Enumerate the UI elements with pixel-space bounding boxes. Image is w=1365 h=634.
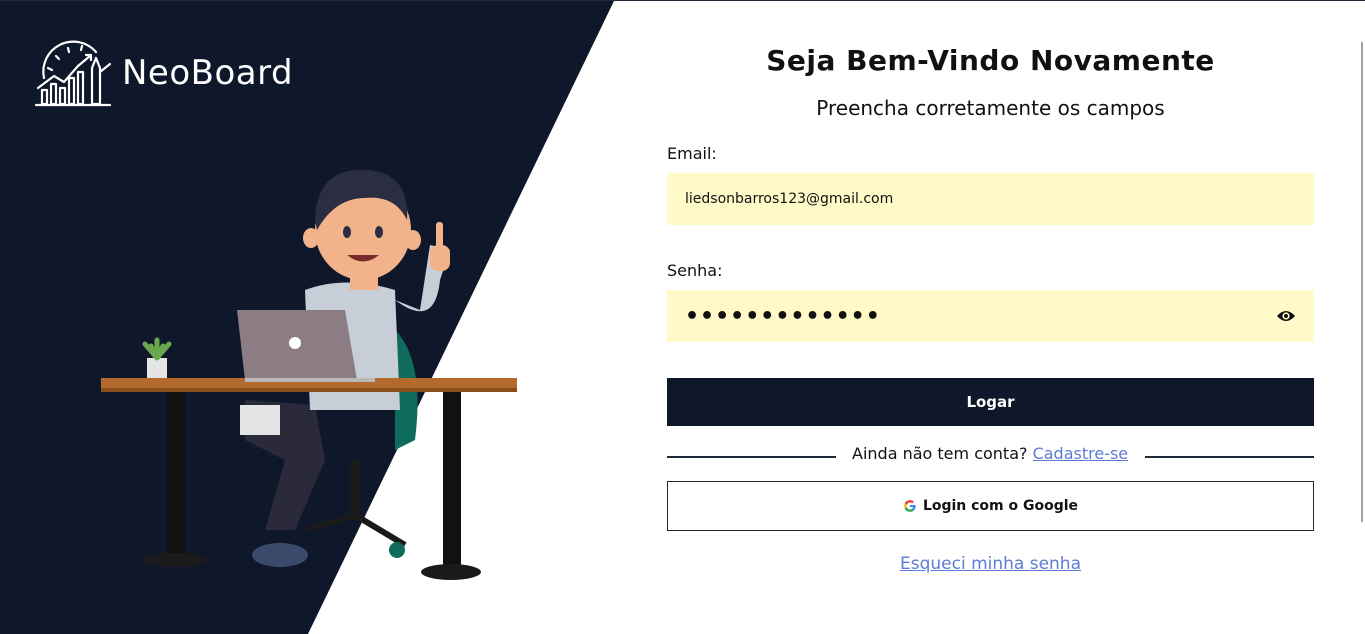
password-field[interactable]: ••••••••••••• (667, 290, 1314, 342)
signup-prompt: Ainda não tem conta? Cadastre-se (852, 444, 1128, 463)
email-value: liedsonbarros123@gmail.com (685, 191, 894, 207)
password-label: Senha: (667, 261, 723, 280)
signup-link[interactable]: Cadastre-se (1033, 444, 1129, 463)
brand-logo: NeoBoard (34, 38, 293, 108)
page-subtitle: Preencha corretamente os campos (816, 96, 1165, 120)
email-label: Email: (667, 144, 717, 163)
person-at-desk-illustration (101, 169, 517, 580)
top-border (0, 0, 1365, 1)
no-account-text: Ainda não tem conta? (852, 444, 1028, 463)
password-value: ••••••••••••• (685, 303, 881, 329)
signup-divider: Ainda não tem conta? Cadastre-se (667, 444, 1314, 468)
page-title: Seja Bem-Vindo Novamente (766, 44, 1215, 77)
google-icon (904, 500, 916, 512)
eye-icon[interactable] (1276, 307, 1296, 325)
login-button[interactable]: Logar (667, 378, 1314, 426)
scrollbar[interactable] (1361, 42, 1363, 522)
chart-growth-logo-icon (34, 40, 112, 107)
divider-line-right (1145, 456, 1314, 458)
google-button-label: Login com o Google (922, 498, 1079, 514)
google-login-button[interactable]: Login com o Google (667, 481, 1314, 531)
forgot-password-link[interactable]: Esqueci minha senha (900, 554, 1081, 574)
login-page: NeoBoard Seja Bem-Vindo Novamente Preenc… (0, 0, 1365, 634)
divider-line-left (667, 456, 836, 458)
forgot-password-row: Esqueci minha senha (667, 554, 1314, 574)
brand-name: NeoBoard (122, 53, 294, 93)
email-field[interactable]: liedsonbarros123@gmail.com (667, 173, 1314, 225)
